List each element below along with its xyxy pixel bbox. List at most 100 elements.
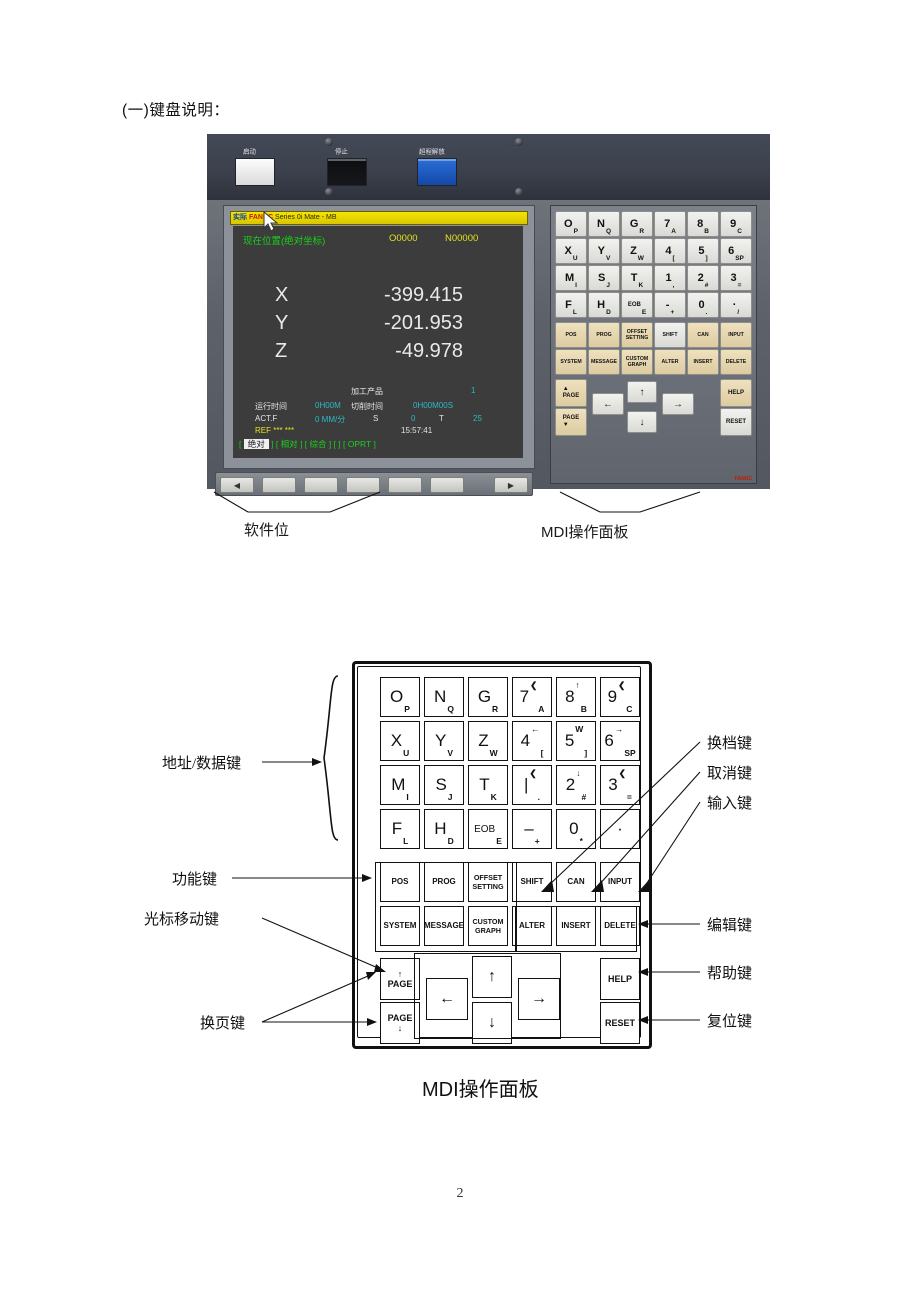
photo-key-f-l[interactable]: FL: [555, 292, 587, 318]
photo-key-5-[interactable]: 5]: [687, 238, 719, 264]
softkey-button-4[interactable]: [388, 477, 422, 493]
diagram-key-reset[interactable]: RESET: [600, 1002, 640, 1044]
photo-key-8-b[interactable]: 8B: [687, 211, 719, 237]
photo-key-n-q[interactable]: NQ: [588, 211, 620, 237]
softkey-right-arrow-button[interactable]: ▶: [494, 477, 528, 493]
photo-key-m-i[interactable]: MI: [555, 265, 587, 291]
softkey-label-relative[interactable]: 相对: [281, 439, 298, 449]
diagram-key-6-sp[interactable]: 6 → SP: [600, 721, 640, 761]
photo-key-0-[interactable]: 0.: [687, 292, 719, 318]
key-sub: B: [580, 704, 587, 714]
start-button[interactable]: [235, 158, 275, 186]
page-title: (一)键盘说明：: [122, 102, 230, 119]
photo-key-custom-graph[interactable]: CUSTOM GRAPH: [621, 349, 653, 375]
photo-key-alter[interactable]: ALTER: [654, 349, 686, 375]
photo-key-h-d[interactable]: HD: [588, 292, 620, 318]
screw-icon: [515, 188, 523, 196]
softkey-label-absolute[interactable]: 绝对: [243, 439, 269, 449]
diagram-key-blank[interactable]: – +: [512, 809, 552, 849]
diagram-key-7-a[interactable]: 7 ❮ A: [512, 677, 552, 717]
mdi-panel-diagram: O P N Q G R 7 ❮ A 8 ↑ B 9 ❮ C X U Y V Z W 4 ←[5 W] 6 → SP M I S J T K | ❮.…: [352, 661, 652, 1049]
diagram-key-8-b[interactable]: 8 ↑ B: [556, 677, 596, 717]
photo-key-pos[interactable]: POS: [555, 322, 587, 348]
mdi-panel-photo: O P N Q G R 7 A 8 B 9 C X U Y V Z W 4[5] 6 SP M I S J T K 1, 2 #3 = F L H…: [550, 205, 757, 484]
photo-key-1-[interactable]: 1,: [654, 265, 686, 291]
diagram-key-n-q[interactable]: NQ: [424, 677, 464, 717]
diagram-key-h-d[interactable]: HD: [424, 809, 464, 849]
axis-label-y: Y: [275, 312, 289, 334]
photo-key-input[interactable]: INPUT: [720, 322, 752, 348]
photo-key-s-j[interactable]: SJ: [588, 265, 620, 291]
diagram-key-can[interactable]: CAN: [556, 862, 596, 902]
photo-key-cursor-down[interactable]: ↓: [627, 411, 657, 433]
key-main: Y: [597, 245, 605, 257]
photo-key-3-[interactable]: 3 =: [720, 265, 752, 291]
photo-key-y-v[interactable]: YV: [588, 238, 620, 264]
key-main: X: [390, 731, 403, 750]
photo-key-6-sp[interactable]: 6 SP: [720, 238, 752, 264]
diagram-key-blank[interactable]: ·: [600, 809, 640, 849]
softkey-label-combined[interactable]: 综合: [309, 439, 326, 449]
photo-key-delete[interactable]: DELETE: [720, 349, 752, 375]
photo-key-can[interactable]: CAN: [687, 322, 719, 348]
diagram-key-5[interactable]: 5 W]: [556, 721, 596, 761]
photo-key-shift[interactable]: SHIFT: [654, 322, 686, 348]
photo-key-help[interactable]: HELP: [720, 379, 752, 407]
diagram-key-3[interactable]: 3 ❮ =: [600, 765, 640, 805]
photo-key-o-p[interactable]: OP: [555, 211, 587, 237]
photo-key-offset-setting[interactable]: OFFSET SETTING: [621, 322, 653, 348]
diagram-key-2[interactable]: 2 ↓ #: [556, 765, 596, 805]
photo-key-system[interactable]: SYSTEM: [555, 349, 587, 375]
stop-button-label: 停止: [335, 148, 348, 156]
stop-button[interactable]: [327, 158, 367, 186]
softkey-button-3[interactable]: [346, 477, 380, 493]
photo-key-x-u[interactable]: XU: [555, 238, 587, 264]
diagram-key-f-l[interactable]: FL: [380, 809, 420, 849]
key-main: 1: [665, 272, 672, 284]
photo-key--[interactable]: · /: [720, 292, 752, 318]
photo-key-t-k[interactable]: TK: [621, 265, 653, 291]
photo-key-z-w[interactable]: ZW: [621, 238, 653, 264]
key-sub: E: [641, 309, 647, 316]
diagram-key-x-u[interactable]: XU: [380, 721, 420, 761]
softkey-button-5[interactable]: [430, 477, 464, 493]
photo-key-7-a[interactable]: 7A: [654, 211, 686, 237]
photo-key-eob-e[interactable]: EOB E: [621, 292, 653, 318]
diagram-key-eob-e[interactable]: EOB E: [468, 809, 508, 849]
photo-key-2-[interactable]: 2 #: [687, 265, 719, 291]
diagram-key-z-w[interactable]: ZW: [468, 721, 508, 761]
diagram-key-0[interactable]: 0 *: [556, 809, 596, 849]
diagram-key-o-p[interactable]: OP: [380, 677, 420, 717]
softkey-button-1[interactable]: [262, 477, 296, 493]
photo-key-g-r[interactable]: GR: [621, 211, 653, 237]
cuttime-value: 0H00M00S: [413, 401, 454, 410]
photo-key--[interactable]: - +: [654, 292, 686, 318]
diagram-key-4[interactable]: 4 ← [: [512, 721, 552, 761]
softkey-label-oprt[interactable]: OPRT: [348, 439, 371, 449]
photo-key-cursor-left[interactable]: ←: [592, 393, 624, 415]
diagram-key-help[interactable]: HELP: [600, 958, 640, 1000]
photo-key-cursor-right[interactable]: →: [662, 393, 694, 415]
photo-key-cursor-up[interactable]: ↑: [627, 381, 657, 403]
diagram-key-s-j[interactable]: SJ: [424, 765, 464, 805]
overtravel-release-button[interactable]: [417, 158, 457, 186]
diagram-key-input[interactable]: INPUT: [600, 862, 640, 902]
softkey-button-2[interactable]: [304, 477, 338, 493]
photo-key-9-c[interactable]: 9C: [720, 211, 752, 237]
photo-key-page-down[interactable]: PAGE ▼: [555, 408, 587, 436]
diagram-key-blank[interactable]: | ❮.: [512, 765, 552, 805]
diagram-key-shift[interactable]: SHIFT: [512, 862, 552, 902]
diagram-key-t-k[interactable]: TK: [468, 765, 508, 805]
softkey-left-arrow-button[interactable]: ◀: [220, 477, 254, 493]
photo-key-page-up[interactable]: ▲ PAGE: [555, 379, 587, 407]
photo-key-message[interactable]: MESSAGE: [588, 349, 620, 375]
program-number: O0000: [389, 233, 418, 244]
diagram-key-g-r[interactable]: GR: [468, 677, 508, 717]
photo-key-insert[interactable]: INSERT: [687, 349, 719, 375]
photo-key-prog[interactable]: PROG: [588, 322, 620, 348]
photo-key-reset[interactable]: RESET: [720, 408, 752, 436]
diagram-key-m-i[interactable]: MI: [380, 765, 420, 805]
diagram-key-9-c[interactable]: 9 ❮ C: [600, 677, 640, 717]
diagram-key-y-v[interactable]: YV: [424, 721, 464, 761]
photo-key-4-[interactable]: 4[: [654, 238, 686, 264]
